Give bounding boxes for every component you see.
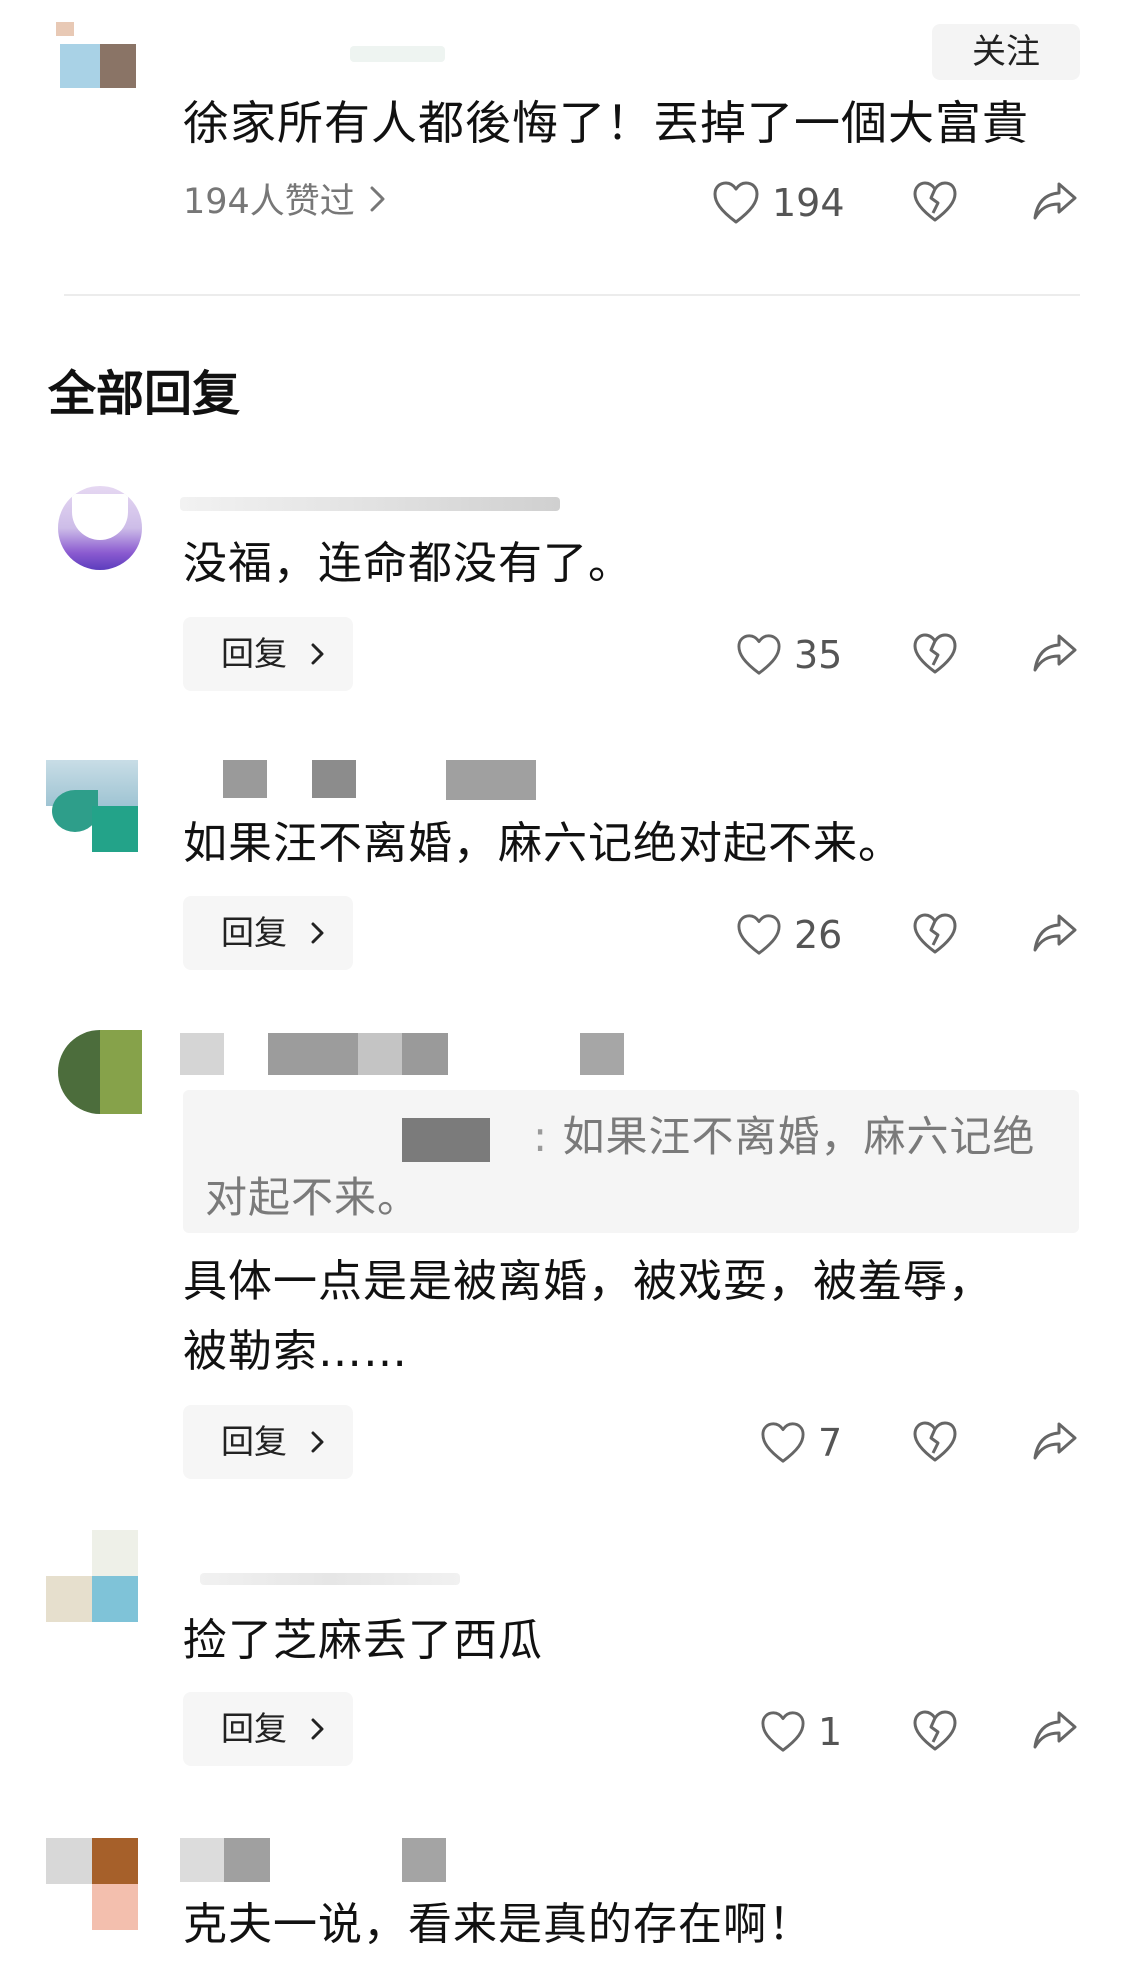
username-blurred (268, 1033, 358, 1075)
share-icon (1033, 182, 1077, 220)
username-blurred (180, 1033, 224, 1075)
chevron-right-icon (311, 922, 324, 944)
username-blurred (223, 760, 267, 798)
reply-label: 回复 (221, 634, 287, 673)
username-blurred (402, 1838, 446, 1882)
dislike-button[interactable] (912, 180, 958, 224)
avatar[interactable] (46, 1530, 138, 1622)
avatar[interactable] (58, 486, 142, 570)
share-icon (1033, 1711, 1077, 1749)
dislike-button[interactable] (912, 1420, 958, 1464)
heart-icon (737, 914, 781, 955)
share-icon (1033, 634, 1077, 672)
dislike-heart-icon (913, 1421, 957, 1462)
avatar[interactable] (46, 1838, 138, 1930)
comment-text: 徐家所有人都後悔了！丟掉了一個大富貴 (183, 96, 1029, 150)
chevron-right-icon (369, 177, 387, 227)
username-blurred (402, 1033, 448, 1075)
comment-text: 如果汪不离婚，麻六记绝对起不来。 (183, 818, 903, 869)
share-button[interactable] (1032, 1420, 1078, 1464)
username-blurred (180, 497, 560, 511)
heart-icon (737, 634, 781, 675)
like-button[interactable]: 1 (760, 1707, 842, 1757)
heart-icon (713, 181, 759, 224)
like-count: 1 (818, 1710, 843, 1754)
share-button[interactable] (1032, 180, 1078, 224)
like-count: 7 (818, 1421, 843, 1465)
username-blurred (358, 1033, 402, 1075)
reply-button[interactable]: 回复 (183, 1405, 353, 1479)
reply-button[interactable]: 回复 (183, 617, 353, 691)
share-button[interactable] (1032, 632, 1078, 676)
reply-label: 回复 (221, 1709, 287, 1748)
like-count: 35 (794, 633, 843, 677)
comment-text: 捡了芝麻丢了西瓜 (183, 1615, 543, 1666)
like-button[interactable]: 26 (736, 910, 842, 960)
heart-icon (761, 1422, 805, 1463)
chevron-right-icon (311, 643, 324, 665)
dislike-heart-icon (913, 181, 957, 222)
username-blurred (200, 1573, 460, 1585)
chevron-right-icon (311, 1718, 324, 1740)
avatar[interactable] (56, 22, 136, 92)
comment-text: 克夫一说，看来是真的存在啊！ (183, 1899, 813, 1950)
quote-text: : 如果汪不离婚，麻六记绝 (533, 1112, 1036, 1161)
like-button[interactable]: 194 (712, 178, 845, 228)
chevron-right-icon (311, 1431, 324, 1453)
comment-text: 没福，连命都没有了。 (183, 538, 633, 589)
username-blurred (350, 46, 445, 62)
username-blurred (446, 760, 536, 800)
reply-label: 回复 (221, 913, 287, 952)
username-blurred (224, 1838, 270, 1882)
reply-button[interactable]: 回复 (183, 896, 353, 970)
divider (64, 294, 1080, 296)
share-button[interactable] (1032, 912, 1078, 956)
like-button[interactable]: 7 (760, 1418, 842, 1468)
dislike-heart-icon (913, 913, 957, 954)
dislike-button[interactable] (912, 912, 958, 956)
quoted-username-blurred (402, 1118, 490, 1162)
section-title: 全部回复 (48, 366, 241, 422)
like-count: 26 (794, 913, 843, 957)
share-icon (1033, 914, 1077, 952)
dislike-heart-icon (913, 1710, 957, 1751)
avatar[interactable] (46, 760, 138, 852)
like-button[interactable]: 35 (736, 630, 842, 680)
like-count: 194 (772, 181, 845, 225)
dislike-button[interactable] (912, 632, 958, 676)
comment-text: 具体一点是是被离婚，被戏耍，被羞辱， (183, 1256, 993, 1307)
share-button[interactable] (1032, 1709, 1078, 1753)
reply-button[interactable]: 回复 (183, 1692, 353, 1766)
avatar[interactable] (58, 1030, 142, 1114)
dislike-heart-icon (913, 633, 957, 674)
liked-by-link[interactable]: 194人赞过 (183, 177, 387, 227)
reply-label: 回复 (221, 1422, 287, 1461)
username-blurred (312, 760, 356, 798)
heart-icon (761, 1711, 805, 1752)
share-icon (1033, 1422, 1077, 1460)
liked-by-label: 194人赞过 (183, 182, 355, 222)
username-blurred (580, 1033, 624, 1075)
comment-text: 被勒索…… (183, 1326, 408, 1377)
username-blurred (180, 1838, 224, 1882)
dislike-button[interactable] (912, 1709, 958, 1753)
follow-button[interactable]: 关注 (932, 24, 1080, 80)
quote-text: 对起不来。 (205, 1173, 421, 1222)
